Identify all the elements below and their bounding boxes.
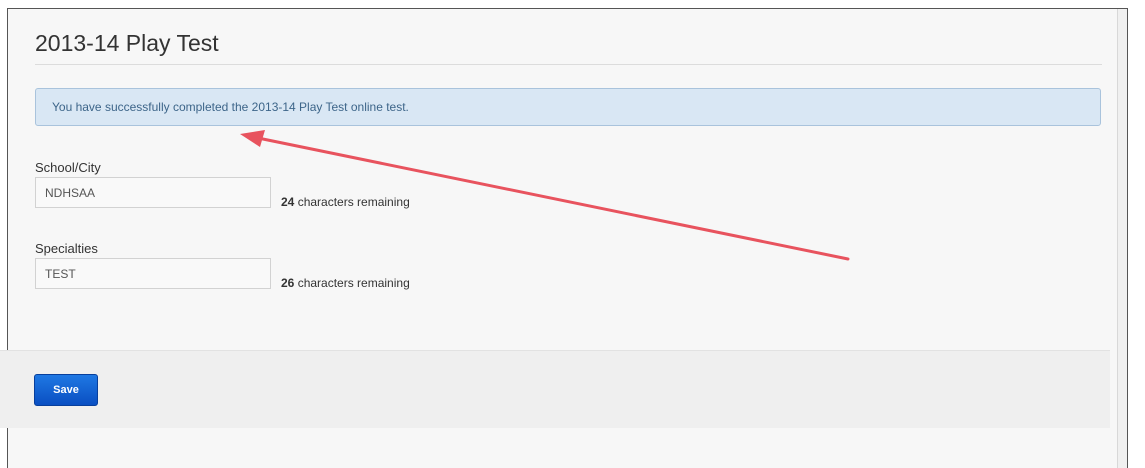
success-alert: You have successfully completed the 2013… [35, 88, 1101, 126]
school-city-remaining-count: 24 [281, 195, 295, 209]
school-city-input[interactable] [35, 177, 271, 208]
school-city-remaining-text: characters remaining [294, 195, 410, 209]
specialties-remaining: 26 characters remaining [281, 276, 410, 290]
school-city-label: School/City [35, 160, 101, 175]
save-button[interactable]: Save [34, 374, 98, 406]
form-footer [0, 350, 1110, 428]
school-city-remaining: 24 characters remaining [281, 195, 410, 209]
specialties-input[interactable] [35, 258, 271, 289]
page-title: 2013-14 Play Test [35, 30, 219, 56]
scrollbar[interactable] [1117, 9, 1127, 468]
specialties-label: Specialties [35, 241, 98, 256]
specialties-remaining-count: 26 [281, 276, 295, 290]
title-divider [35, 64, 1102, 65]
specialties-remaining-text: characters remaining [294, 276, 410, 290]
